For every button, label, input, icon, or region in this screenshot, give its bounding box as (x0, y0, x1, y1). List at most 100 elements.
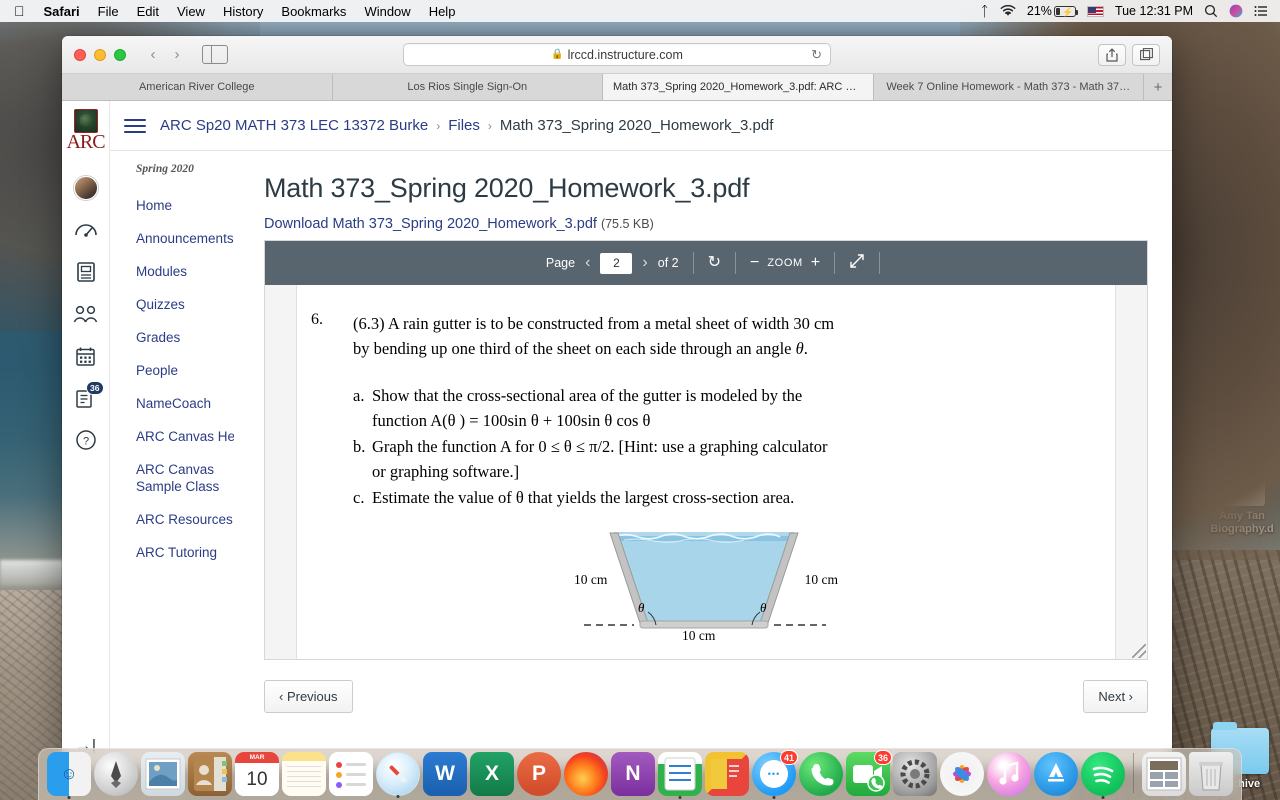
part-label: c. (353, 488, 365, 507)
dock-item-itunes[interactable] (987, 752, 1031, 796)
zoom-in-icon[interactable]: + (811, 255, 820, 271)
global-nav-groups[interactable] (66, 295, 106, 333)
question-period: . (803, 339, 808, 358)
dock-item-excel[interactable]: X (470, 752, 514, 796)
reload-icon[interactable]: ↻ (811, 47, 822, 63)
zoom-window-button[interactable] (114, 48, 126, 61)
desktop-icon-word-document[interactable]: W Amy Tan Biography.d (1196, 448, 1280, 536)
zoom-out-icon[interactable]: − (750, 255, 759, 271)
dock-item-finder[interactable]: ☺ (47, 752, 91, 799)
dock-item-facetime[interactable]: 36 (846, 750, 892, 796)
menu-item-bookmarks[interactable]: Bookmarks (272, 4, 355, 19)
share-icon[interactable] (1098, 43, 1126, 66)
breadcrumb-separator: › (436, 118, 441, 133)
siri-icon[interactable] (1229, 4, 1243, 18)
part-text: Graph the function A for 0 ≤ θ ≤ π/2. [H… (372, 434, 1055, 484)
previous-button[interactable]: ‹ Previous (264, 680, 353, 713)
dock-item-system-preferences[interactable] (893, 752, 937, 796)
dock-item-powerpoint[interactable]: P (517, 752, 561, 796)
dock-item-onenote[interactable]: N (611, 752, 655, 796)
desktop-icon-label-2: Biography.d (1210, 523, 1274, 535)
download-file-link[interactable]: Download Math 373_Spring 2020_Homework_3… (264, 216, 597, 232)
dock-item-firefox[interactable] (564, 752, 608, 796)
dock-item-mail[interactable] (141, 752, 185, 796)
dock-item-photos[interactable] (940, 752, 984, 796)
dock-item-app-store[interactable] (1034, 752, 1078, 796)
fullscreen-expand-icon[interactable] (849, 253, 865, 273)
global-nav-account[interactable] (66, 169, 106, 207)
dock-item-messages[interactable]: ••• 41 (752, 750, 798, 799)
apple-menu-icon[interactable]:  (8, 3, 35, 19)
browser-tab-4[interactable]: Week 7 Online Homework - Math 373 - Math… (873, 74, 1144, 100)
module-pagination: ‹ Previous Next › (264, 680, 1148, 713)
global-nav-dashboard[interactable] (66, 211, 106, 249)
rotate-icon[interactable]: ↻ (708, 255, 721, 271)
browser-tab-3-active[interactable]: Math 373_Spring 2020_Homework_3.pdf: ARC… (603, 74, 874, 100)
menu-item-window[interactable]: Window (355, 4, 419, 19)
dock-item-reminders[interactable] (329, 752, 373, 796)
menu-item-edit[interactable]: Edit (128, 4, 168, 19)
menu-item-view[interactable]: View (168, 4, 214, 19)
pdf-preview-viewer: Page ‹ 2 › of 2 ↻ − ZOOM + 6. (6.3) A ra… (264, 240, 1148, 660)
pdf-resize-grip[interactable] (1132, 644, 1146, 658)
hamburger-menu-icon[interactable] (124, 115, 146, 137)
global-nav-inbox[interactable]: 36 (66, 379, 106, 417)
menu-bar-clock[interactable]: Tue 12:31 PM (1115, 4, 1193, 18)
pdf-page-canvas[interactable]: 6. (6.3) A rain gutter is to be construc… (265, 285, 1147, 659)
input-source-flag-icon[interactable] (1086, 5, 1104, 17)
next-page-button[interactable]: › (640, 254, 649, 272)
dock-item-recent-document[interactable] (1142, 752, 1186, 796)
previous-page-button[interactable]: ‹ (583, 254, 592, 272)
battery-fill (1055, 7, 1060, 15)
browser-tab-2[interactable]: Los Rios Single Sign-On (332, 74, 603, 100)
sidebar-item-arc-canvas-sample-class[interactable]: ARC Canvas Sample Class (122, 453, 247, 503)
dock-item-whatsapp[interactable] (799, 752, 843, 796)
dock-item-notes[interactable] (282, 752, 326, 796)
breadcrumb-current-file: Math 373_Spring 2020_Homework_3.pdf (499, 117, 774, 134)
close-window-button[interactable] (74, 48, 86, 61)
dock-item-numbers[interactable] (658, 752, 702, 799)
bluetooth-icon[interactable]: ᛏ (981, 3, 989, 19)
dock-item-trash[interactable] (1189, 752, 1233, 796)
dock-item-word[interactable]: W (423, 752, 467, 796)
global-nav-help[interactable]: ? (66, 421, 106, 459)
part-text: Estimate the value of θ that yields the … (372, 485, 1055, 510)
page-title: Math 373_Spring 2020_Homework_3.pdf (264, 173, 750, 203)
dock-item-safari[interactable] (376, 752, 420, 798)
arc-logo[interactable]: ARC (64, 109, 108, 155)
dock-item-contacts[interactable] (188, 752, 232, 796)
next-button[interactable]: Next › (1083, 680, 1148, 713)
part-text: Show that the cross-sectional area of th… (372, 383, 1055, 433)
part-a-prefix: function (372, 411, 431, 430)
calendar-month-label: MAR (235, 752, 279, 763)
breadcrumb-course[interactable]: ARC Sp20 MATH 373 LEC 13372 Burke (160, 117, 428, 134)
spotlight-search-icon[interactable] (1204, 4, 1218, 18)
menu-item-safari[interactable]: Safari (35, 4, 89, 19)
dock-item-stickies[interactable] (705, 752, 749, 796)
breadcrumb-files[interactable]: Files (448, 117, 480, 134)
dock-item-calendar[interactable]: MAR 10 (235, 752, 279, 796)
wifi-icon[interactable] (1000, 5, 1016, 17)
tab-overview-icon[interactable] (1132, 43, 1160, 66)
question-line-1: (6.3) A rain gutter is to be constructed… (353, 314, 835, 333)
menu-item-history[interactable]: History (214, 4, 272, 19)
word-glyph: W (435, 762, 455, 785)
forward-button[interactable]: › (166, 44, 188, 66)
notification-center-icon[interactable] (1254, 5, 1268, 17)
page-number-input[interactable]: 2 (600, 252, 633, 274)
minimize-window-button[interactable] (94, 48, 106, 61)
pdf-page-controls: Page ‹ 2 › of 2 (532, 252, 693, 274)
address-bar[interactable]: 🔒 lrccd.instructure.com ↻ (403, 43, 831, 66)
dock-item-launchpad[interactable] (94, 752, 138, 796)
menu-item-file[interactable]: File (89, 4, 128, 19)
global-nav-calendar[interactable] (66, 337, 106, 375)
new-tab-button[interactable]: + (1144, 74, 1172, 100)
menu-item-help[interactable]: Help (420, 4, 465, 19)
charging-bolt-icon: ⚡ (1061, 6, 1074, 17)
browser-tab-1[interactable]: American River College (62, 74, 333, 100)
global-nav-courses[interactable] (66, 253, 106, 291)
back-button[interactable]: ‹ (142, 44, 164, 66)
battery-status[interactable]: 21% ⚡ (1027, 4, 1078, 18)
dock-item-spotify[interactable] (1081, 752, 1125, 799)
sidebar-toggle-icon[interactable] (202, 45, 228, 64)
